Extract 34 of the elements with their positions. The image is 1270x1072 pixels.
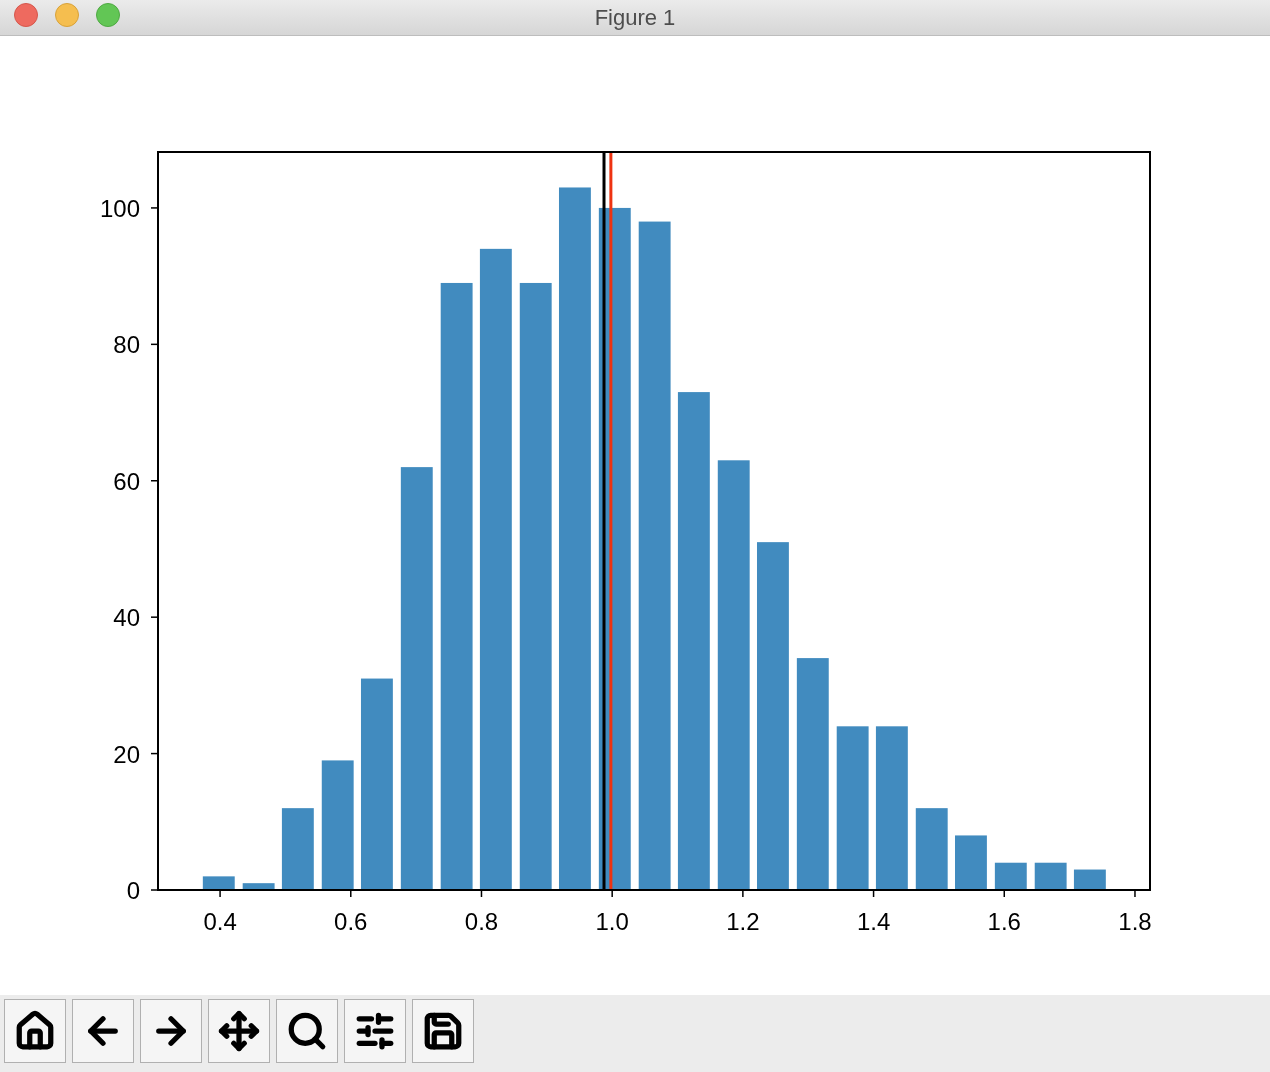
x-tick-label: 1.4 <box>856 908 891 935</box>
toolbar-button[interactable] <box>412 999 474 1063</box>
save-icon <box>422 1010 464 1052</box>
toolbar-button[interactable] <box>276 999 338 1063</box>
histogram-bar <box>242 883 275 890</box>
histogram-bar <box>955 835 987 890</box>
y-tick-label: 80 <box>113 331 140 359</box>
x-tick-label: 1.2 <box>726 908 760 935</box>
x-tick-label: 0.8 <box>464 908 499 935</box>
y-tick-label: 60 <box>113 467 140 495</box>
y-tick-label: 40 <box>113 604 140 632</box>
toolbar-button[interactable] <box>140 999 202 1063</box>
sliders-icon <box>354 1010 396 1052</box>
search-icon <box>286 1010 328 1052</box>
toolbar-button[interactable] <box>72 999 134 1063</box>
move-icon <box>218 1010 260 1052</box>
toolbar-button[interactable] <box>4 999 66 1063</box>
histogram-bar <box>994 862 1027 890</box>
toolbar-button[interactable] <box>208 999 270 1063</box>
x-tick-label: 0.4 <box>203 908 237 935</box>
y-tick-label: 100 <box>99 194 140 222</box>
home-icon <box>14 1010 56 1052</box>
x-tick-label: 1.0 <box>595 908 629 935</box>
y-tick-label: 0 <box>126 877 140 904</box>
toolbar-button[interactable] <box>344 999 406 1063</box>
histogram-bar <box>1034 862 1067 890</box>
x-tick-label: 0.6 <box>334 908 368 935</box>
histogram-bar <box>1073 869 1106 890</box>
x-tick-label: 1.6 <box>987 908 1021 935</box>
histogram-bar <box>202 876 235 890</box>
window-title: Figure 1 <box>594 4 676 32</box>
x-tick-label: 1.8 <box>1118 908 1152 935</box>
close-button[interactable] <box>14 3 38 27</box>
y-tick-label: 20 <box>113 740 140 768</box>
